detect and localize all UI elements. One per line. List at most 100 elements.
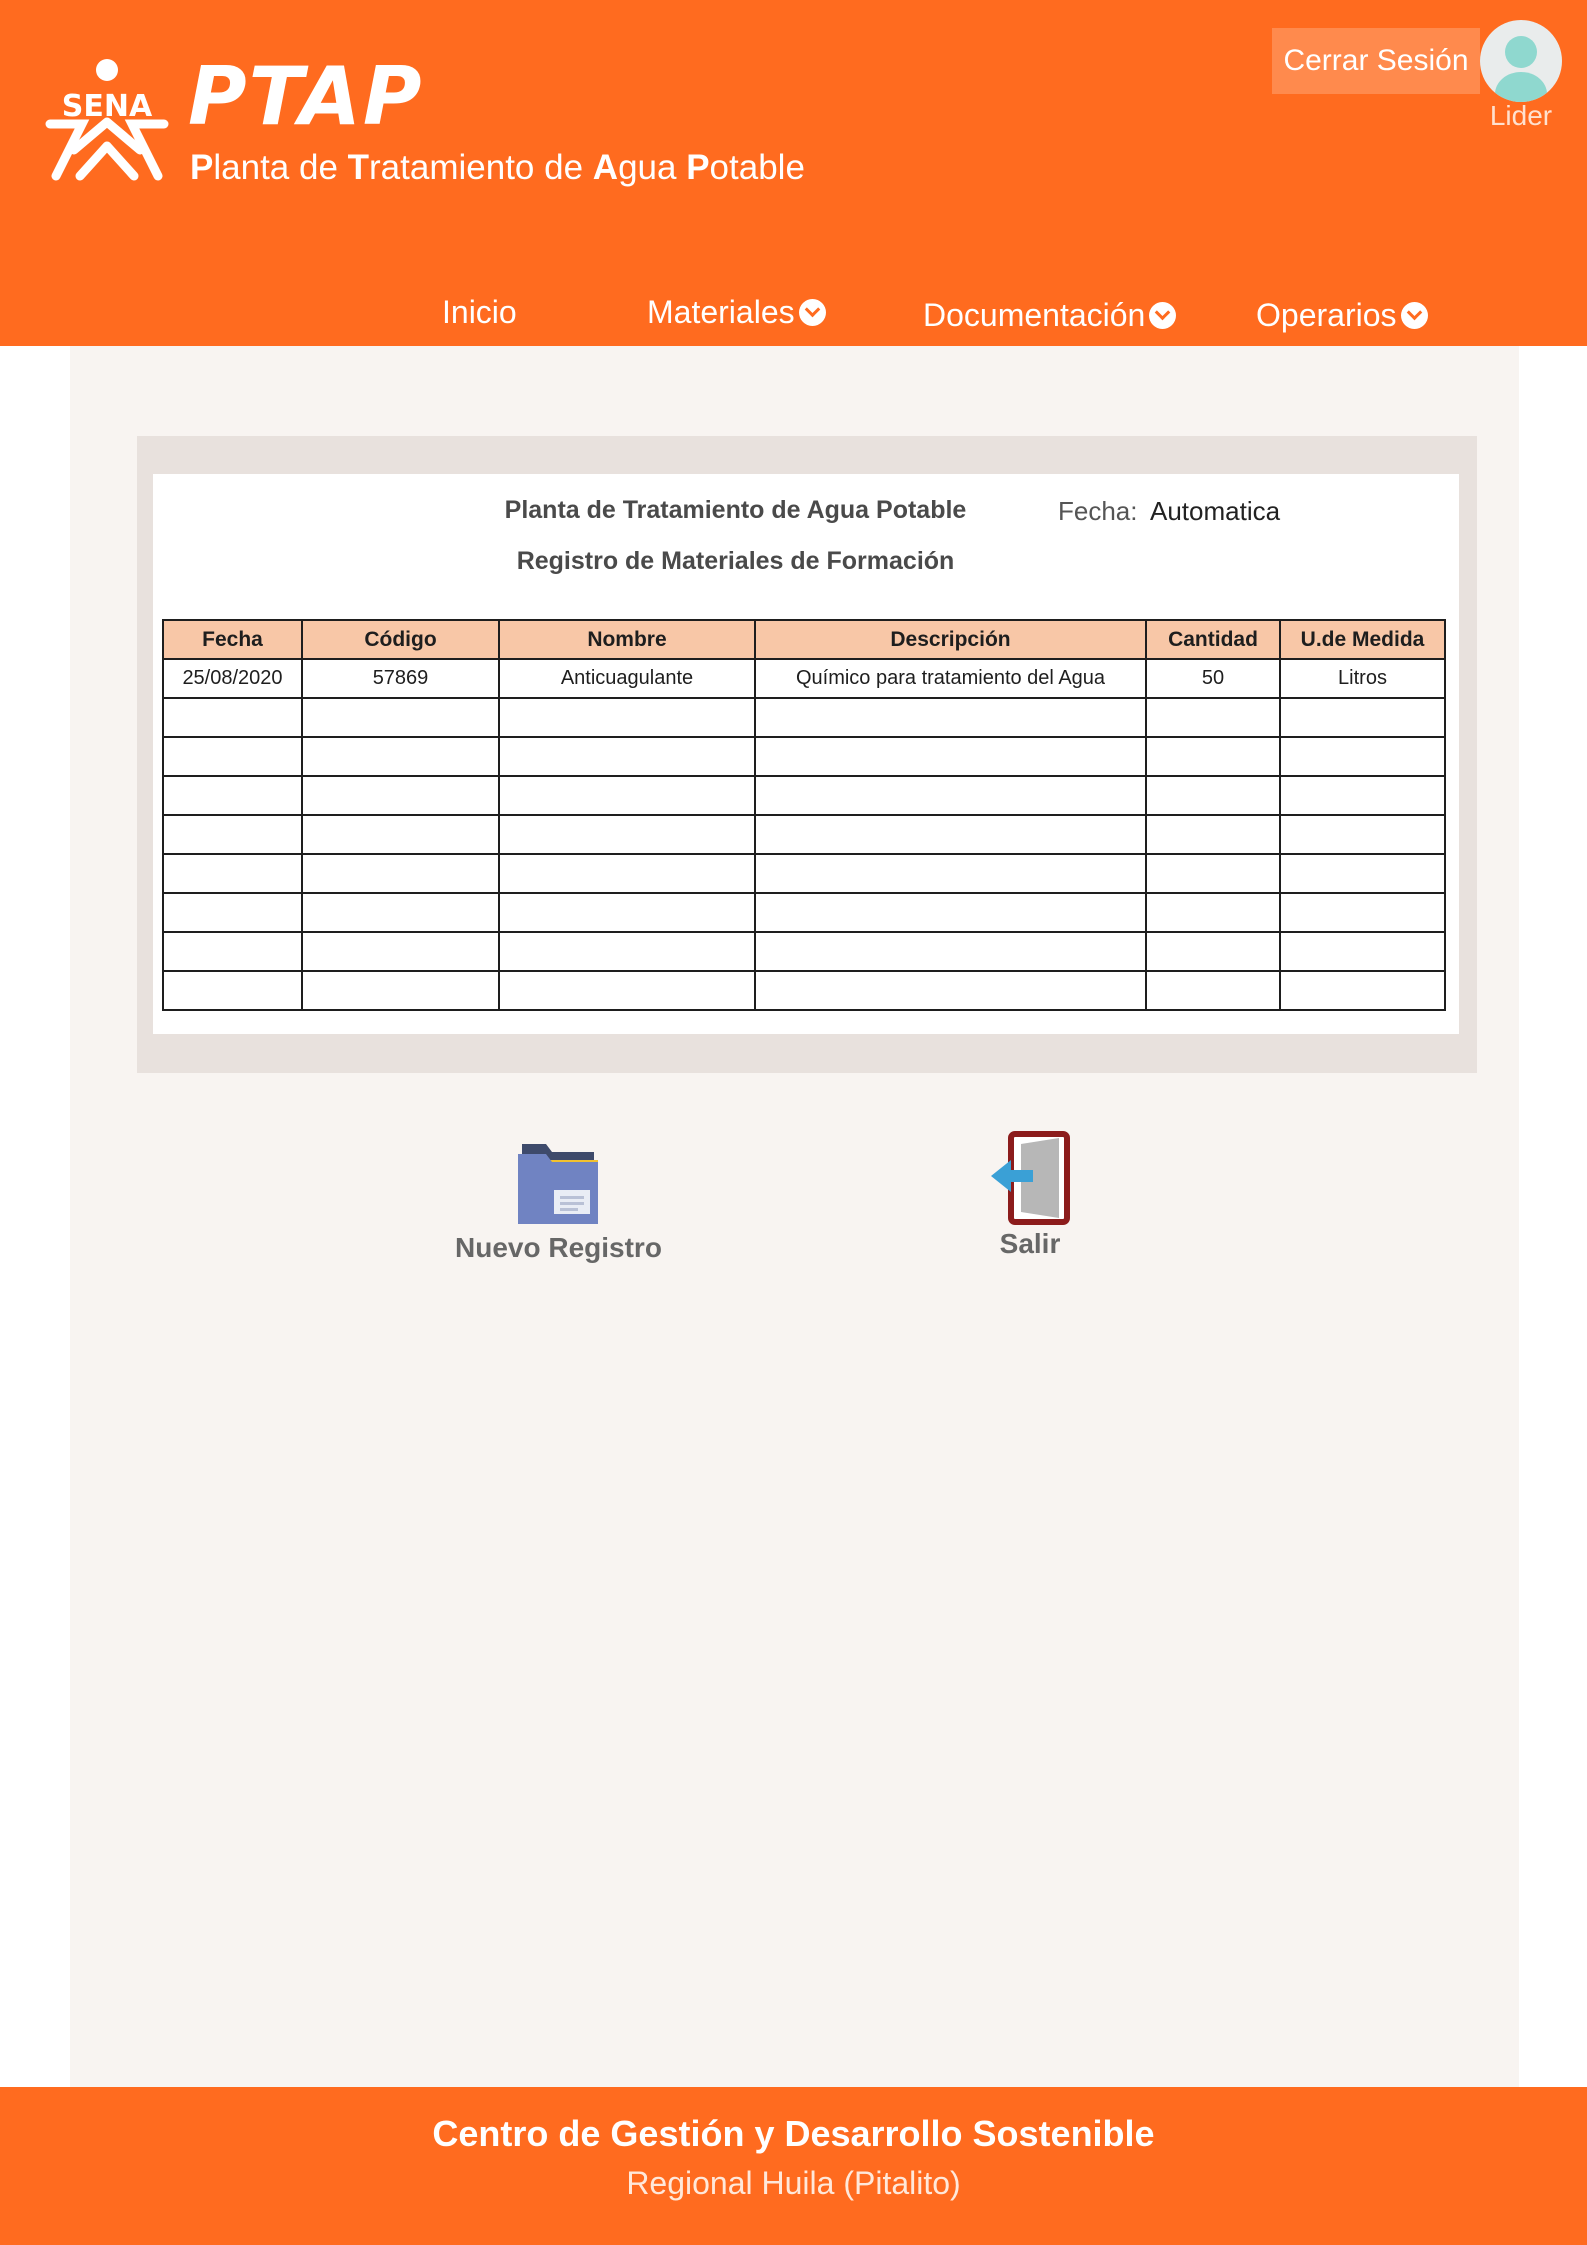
table-cell-cantidad <box>1145 853 1281 894</box>
new-record-label: Nuevo Registro <box>455 1232 662 1263</box>
table-cell-cantidad <box>1145 697 1281 738</box>
table-header-row: Fecha Código Nombre Descripción Cantidad… <box>162 619 1446 660</box>
user-avatar-icon <box>1495 36 1547 102</box>
app-subtitle: Planta de Tratamiento de Agua Potable <box>190 148 805 187</box>
table-cell-descripcion <box>754 736 1147 777</box>
date-value: Automatica <box>1150 496 1281 526</box>
table-row <box>162 853 1446 894</box>
footer-subtitle: Regional Huila (Pitalito) <box>626 2165 961 2201</box>
table-cell-cantidad <box>1145 775 1281 816</box>
table-row: 25/08/2020 57869 Anticuagulante Químico par… <box>162 658 1446 699</box>
table-cell-fecha <box>162 814 303 855</box>
table-cell-fecha: 25/08/2020 <box>162 658 303 699</box>
column-header-descripcion: Descripción <box>754 619 1147 660</box>
table-cell-cantidad <box>1145 970 1281 1011</box>
table-cell-descripcion <box>754 970 1147 1011</box>
exit-label: Salir <box>999 1228 1061 1259</box>
table-cell-codigo: 57869 <box>301 658 500 699</box>
table-cell-codigo <box>301 970 500 1011</box>
materials-table: Fecha Código Nombre Descripción Cantidad… <box>162 619 1446 1011</box>
chevron-down-icon <box>1400 302 1428 329</box>
column-header-nombre: Nombre <box>498 619 756 660</box>
table-row <box>162 814 1446 855</box>
table-cell-descripcion <box>754 892 1147 933</box>
table-cell-nombre <box>498 775 756 816</box>
table-cell-unidad <box>1279 931 1446 972</box>
footer: Centro de Gestión y Desarrollo Sostenibl… <box>0 2087 1587 2245</box>
avatar[interactable] <box>1480 20 1562 102</box>
table-cell-unidad <box>1279 775 1446 816</box>
table-cell-cantidad: 50 <box>1145 658 1281 699</box>
table-cell-nombre <box>498 853 756 894</box>
column-header-codigo: Código <box>301 619 500 660</box>
chevron-down-icon <box>1149 302 1177 329</box>
table-cell-codigo <box>301 697 500 738</box>
table-row <box>162 931 1446 972</box>
table-cell-codigo <box>301 736 500 777</box>
table-row <box>162 970 1446 1011</box>
table-cell-cantidad <box>1145 931 1281 972</box>
form-card: Planta de Tratamiento de Agua Potable Re… <box>153 474 1459 1034</box>
table-row <box>162 892 1446 933</box>
table-cell-unidad <box>1279 892 1446 933</box>
exit-button[interactable]: Salir <box>960 1130 1100 1260</box>
table-cell-cantidad <box>1145 892 1281 933</box>
nav-item-operarios[interactable]: Operarios <box>1256 293 1428 337</box>
table-cell-fecha <box>162 775 303 816</box>
table-cell-unidad <box>1279 814 1446 855</box>
table-cell-descripcion <box>754 931 1147 972</box>
table-cell-unidad: Litros <box>1279 658 1446 699</box>
logout-button[interactable]: Cerrar Sesión <box>1272 28 1480 94</box>
table-cell-fecha <box>162 892 303 933</box>
folder-icon <box>517 1144 598 1224</box>
table-cell-fecha <box>162 853 303 894</box>
sena-logo-icon: SENA <box>45 59 169 181</box>
date-label: Fecha: <box>1058 496 1138 526</box>
nav-item-label: Documentación <box>923 297 1146 333</box>
table-cell-nombre <box>498 814 756 855</box>
table-cell-nombre <box>498 970 756 1011</box>
form-title: Planta de Tratamiento de Agua Potable <box>504 496 967 524</box>
table-cell-nombre <box>498 931 756 972</box>
table-cell-fecha <box>162 931 303 972</box>
exit-door-icon <box>991 1131 1070 1225</box>
column-header-fecha: Fecha <box>162 619 303 660</box>
new-record-button[interactable]: Nuevo Registro <box>455 1140 662 1264</box>
table-cell-codigo <box>301 775 500 816</box>
app-title: PTAP <box>188 50 424 143</box>
table-cell-unidad <box>1279 970 1446 1011</box>
table-cell-unidad <box>1279 736 1446 777</box>
table-row <box>162 736 1446 777</box>
column-header-unidad: U.de Medida <box>1279 619 1446 660</box>
table-cell-fecha <box>162 736 303 777</box>
table-cell-nombre <box>498 892 756 933</box>
table-cell-nombre <box>498 736 756 777</box>
nav-item-documentacion[interactable]: Documentación <box>923 293 1177 337</box>
table-cell-nombre: Anticuagulante <box>498 658 756 699</box>
nav-item-label: Operarios <box>1256 297 1397 333</box>
table-cell-nombre <box>498 697 756 738</box>
table-cell-descripcion <box>754 697 1147 738</box>
table-cell-fecha <box>162 970 303 1011</box>
nav-item-label: Materiales <box>647 294 795 330</box>
table-cell-unidad <box>1279 853 1446 894</box>
table-cell-codigo <box>301 892 500 933</box>
table-cell-unidad <box>1279 697 1446 738</box>
column-header-cantidad: Cantidad <box>1145 619 1281 660</box>
table-cell-codigo <box>301 931 500 972</box>
table-cell-descripcion: Químico para tratamiento del Agua <box>754 658 1147 699</box>
table-cell-descripcion <box>754 853 1147 894</box>
table-cell-fecha <box>162 697 303 738</box>
table-cell-codigo <box>301 814 500 855</box>
nav-item-inicio[interactable]: Inicio <box>442 290 517 334</box>
user-role-label: Lider <box>1489 100 1553 131</box>
table-cell-descripcion <box>754 814 1147 855</box>
table-cell-cantidad <box>1145 814 1281 855</box>
form-subtitle: Registro de Materiales de Formación <box>516 547 955 575</box>
nav-item-label: Inicio <box>442 294 517 330</box>
nav-item-materiales[interactable]: Materiales <box>647 290 826 334</box>
header: SENA PTAP Planta de Tratamiento de Agua … <box>0 0 1587 346</box>
table-row <box>162 775 1446 816</box>
table-row <box>162 697 1446 738</box>
chevron-down-icon <box>798 299 826 326</box>
